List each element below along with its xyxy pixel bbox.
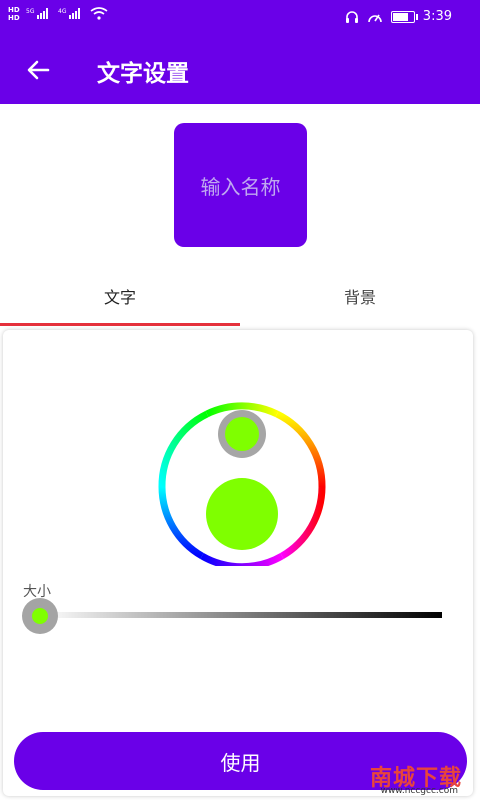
color-wheel[interactable] [149,380,335,566]
signal-icon: 5G [26,8,48,19]
tab-indicator [0,323,240,326]
watermark: 南城下载 www.nccgcc.com [342,760,462,798]
signal-icon: 4G [58,8,80,19]
app-bar: 文字设置 [0,36,480,104]
status-time: 3:39 [422,9,452,24]
hue-ring-segment [280,486,326,560]
wifi-icon [90,7,108,20]
hd-label-2: HD [8,14,20,22]
hue-ring-segment [275,410,326,488]
size-slider-thumb[interactable] [22,598,58,634]
tab-bar: 文字 背景 [0,278,480,326]
arrow-left-icon[interactable] [24,56,52,84]
size-slider-track[interactable] [40,612,442,618]
text-preview[interactable]: 输入名称 [174,123,307,247]
watermark-url: www.nccgcc.com [380,786,458,796]
hue-ring-segment [200,552,284,566]
headset-icon [345,10,358,23]
tab-background[interactable]: 背景 [240,278,480,326]
page-title: 文字设置 [97,61,189,87]
svg-text:4G: 4G [58,8,67,15]
hue-handle-dot [225,417,259,451]
speed-icon [367,14,382,22]
status-bar: HD HD 5G 4G 3:39 [0,0,480,36]
hd-indicator: HD HD [8,6,20,22]
hue-ring-segment [158,486,204,560]
status-left: HD HD 5G 4G [8,6,108,22]
color-preview-circle [206,478,278,550]
status-right: 3:39 [345,9,452,24]
size-slider-thumb-dot [32,608,48,624]
hue-ring-segment [158,410,209,488]
battery-icon [390,10,418,23]
hd-label-1: HD [8,6,20,14]
preview-placeholder: 输入名称 [200,174,281,199]
svg-text:5G: 5G [26,8,35,15]
tab-text[interactable]: 文字 [0,278,240,326]
settings-card: 大小 [3,330,473,796]
